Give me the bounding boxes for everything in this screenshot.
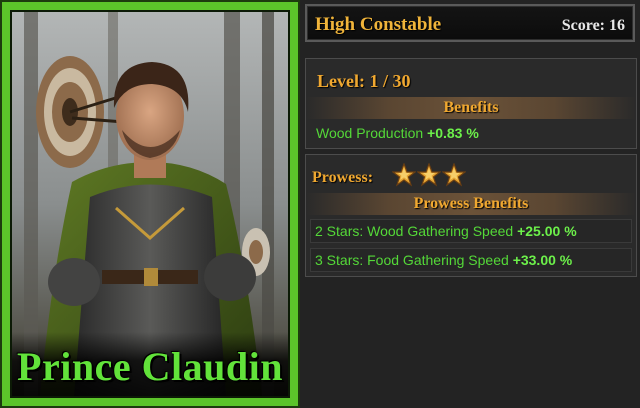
prowess-benefit-label: 2 Stars: Wood Gathering Speed (315, 223, 514, 239)
prowess-benefit-row: 2 Stars: Wood Gathering Speed +25.00 % (310, 219, 632, 243)
hero-portrait-frame: Prince Claudin (10, 10, 290, 398)
level-panel: Level: 1 / 30 Benefits Wood Production +… (305, 58, 637, 149)
star-icon (442, 163, 466, 187)
benefit-label: Wood Production (316, 125, 424, 141)
prowess-benefit-row: 3 Stars: Food Gathering Speed +33.00 % (310, 248, 632, 272)
prowess-panel: Prowess: Prowess Benefits 2 Stars: Wood … (305, 154, 637, 277)
prowess-stars (392, 163, 466, 187)
star-icon (392, 163, 416, 187)
benefits-header: Benefits (306, 97, 636, 119)
prowess-benefit-line: 3 Stars: Food Gathering Speed +33.00 % (315, 252, 572, 268)
prowess-benefit-value: +33.00 % (512, 252, 573, 268)
benefit-row: Wood Production +0.83 % (316, 125, 479, 141)
level-text: Level: 1 / 30 (317, 71, 411, 91)
prowess-label: Prowess: (312, 169, 374, 186)
hero-card[interactable]: Prince Claudin (0, 0, 300, 408)
hero-title: High Constable (315, 14, 442, 35)
prowess-benefit-value: +25.00 % (517, 223, 577, 239)
star-icon (417, 163, 441, 187)
title-bar: High Constable Score: 16 (305, 4, 635, 42)
hero-name: Prince Claudin (17, 344, 283, 389)
prowess-benefit-label: 3 Stars: Food Gathering Speed (315, 252, 509, 268)
score-label: Score: 16 (561, 17, 625, 34)
prowess-benefits-header: Prowess Benefits (306, 193, 636, 215)
benefit-value: +0.83 % (427, 125, 479, 141)
hero-name-plate: Prince Claudin (12, 332, 288, 396)
prowess-benefit-line: 2 Stars: Wood Gathering Speed +25.00 % (315, 223, 577, 239)
